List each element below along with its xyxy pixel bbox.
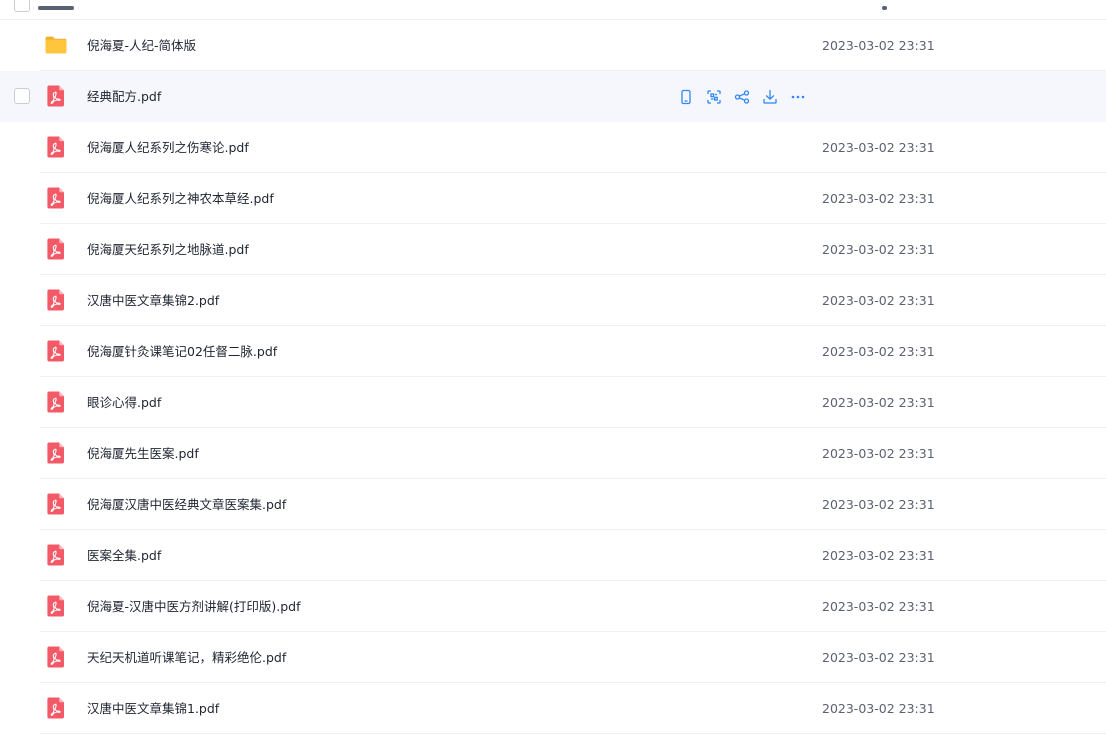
file-name[interactable]: 倪海夏-人纪-简体版 <box>87 20 196 71</box>
file-modified-date: 2023-03-02 23:31 <box>822 701 935 716</box>
download-icon[interactable] <box>760 87 780 107</box>
file-list: 倪海夏-人纪-简体版 2023-03-02 23:31 经典配方.pdf 倪海厦… <box>0 20 1106 734</box>
file-name[interactable]: 眼诊心得.pdf <box>87 377 161 428</box>
file-name[interactable]: 倪海厦汉唐中医经典文章医案集.pdf <box>87 479 286 530</box>
file-name[interactable]: 倪海厦针灸课笔记02任督二脉.pdf <box>87 326 277 377</box>
pdf-icon <box>44 339 68 363</box>
more-icon[interactable] <box>788 87 808 107</box>
list-header <box>0 0 1106 20</box>
pdf-icon <box>44 186 68 210</box>
pdf-icon <box>44 135 68 159</box>
file-row[interactable]: 医案全集.pdf 2023-03-02 23:31 <box>0 530 1106 581</box>
pdf-icon <box>44 645 68 669</box>
file-row[interactable]: 天纪天机道听课笔记，精彩绝伦.pdf 2023-03-02 23:31 <box>0 632 1106 683</box>
file-modified-date: 2023-03-02 23:31 <box>822 38 935 53</box>
file-modified-date: 2023-03-02 23:31 <box>822 599 935 614</box>
file-modified-date: 2023-03-02 23:31 <box>822 140 935 155</box>
pdf-icon <box>44 237 68 261</box>
file-modified-date: 2023-03-02 23:31 <box>822 344 935 359</box>
file-name[interactable]: 倪海厦人纪系列之神农本草经.pdf <box>87 173 274 224</box>
file-row[interactable]: 汉唐中医文章集锦2.pdf 2023-03-02 23:31 <box>0 275 1106 326</box>
folder-icon <box>44 33 68 57</box>
scan-icon[interactable] <box>704 87 724 107</box>
file-row[interactable]: 倪海厦天纪系列之地脉道.pdf 2023-03-02 23:31 <box>0 224 1106 275</box>
file-row[interactable]: 倪海夏-人纪-简体版 2023-03-02 23:31 <box>0 20 1106 71</box>
header-sort-fragment <box>882 6 887 10</box>
pdf-icon <box>44 594 68 618</box>
file-name[interactable]: 倪海夏-汉唐中医方剂讲解(打印版).pdf <box>87 581 301 632</box>
file-name[interactable]: 汉唐中医文章集锦2.pdf <box>87 275 219 326</box>
pdf-icon <box>44 492 68 516</box>
file-name[interactable]: 汉唐中医文章集锦1.pdf <box>87 683 219 734</box>
file-row[interactable]: 倪海厦针灸课笔记02任督二脉.pdf 2023-03-02 23:31 <box>0 326 1106 377</box>
pdf-icon <box>44 84 68 108</box>
file-browser: 倪海夏-人纪-简体版 2023-03-02 23:31 经典配方.pdf 倪海厦… <box>0 0 1106 748</box>
file-name[interactable]: 倪海厦天纪系列之地脉道.pdf <box>87 224 249 275</box>
pdf-icon <box>44 696 68 720</box>
pdf-icon <box>44 288 68 312</box>
share-icon[interactable] <box>732 87 752 107</box>
file-name[interactable]: 经典配方.pdf <box>87 71 161 122</box>
file-row[interactable]: 倪海厦人纪系列之伤寒论.pdf 2023-03-02 23:31 <box>0 122 1106 173</box>
file-row[interactable]: 经典配方.pdf <box>0 71 1106 122</box>
header-label-fragment <box>38 6 74 10</box>
file-modified-date: 2023-03-02 23:31 <box>822 293 935 308</box>
file-modified-date: 2023-03-02 23:31 <box>822 242 935 257</box>
phone-icon[interactable] <box>676 87 696 107</box>
file-name[interactable]: 天纪天机道听课笔记，精彩绝伦.pdf <box>87 632 286 683</box>
file-modified-date: 2023-03-02 23:31 <box>822 191 935 206</box>
file-name[interactable]: 倪海厦人纪系列之伤寒论.pdf <box>87 122 249 173</box>
file-modified-date: 2023-03-02 23:31 <box>822 446 935 461</box>
file-modified-date: 2023-03-02 23:31 <box>822 497 935 512</box>
file-row[interactable]: 汉唐中医文章集锦1.pdf 2023-03-02 23:31 <box>0 683 1106 734</box>
file-row[interactable]: 倪海厦人纪系列之神农本草经.pdf 2023-03-02 23:31 <box>0 173 1106 224</box>
pdf-icon <box>44 441 68 465</box>
pdf-icon <box>44 543 68 567</box>
file-modified-date: 2023-03-02 23:31 <box>822 395 935 410</box>
file-row[interactable]: 倪海厦汉唐中医经典文章医案集.pdf 2023-03-02 23:31 <box>0 479 1106 530</box>
file-row[interactable]: 倪海夏-汉唐中医方剂讲解(打印版).pdf 2023-03-02 23:31 <box>0 581 1106 632</box>
file-row[interactable]: 眼诊心得.pdf 2023-03-02 23:31 <box>0 377 1106 428</box>
row-checkbox[interactable] <box>14 88 30 104</box>
file-name[interactable]: 医案全集.pdf <box>87 530 161 581</box>
file-row[interactable]: 倪海厦先生医案.pdf 2023-03-02 23:31 <box>0 428 1106 479</box>
select-all-checkbox[interactable] <box>14 0 30 12</box>
pdf-icon <box>44 390 68 414</box>
file-name[interactable]: 倪海厦先生医案.pdf <box>87 428 199 479</box>
file-modified-date: 2023-03-02 23:31 <box>822 548 935 563</box>
file-modified-date: 2023-03-02 23:31 <box>822 650 935 665</box>
